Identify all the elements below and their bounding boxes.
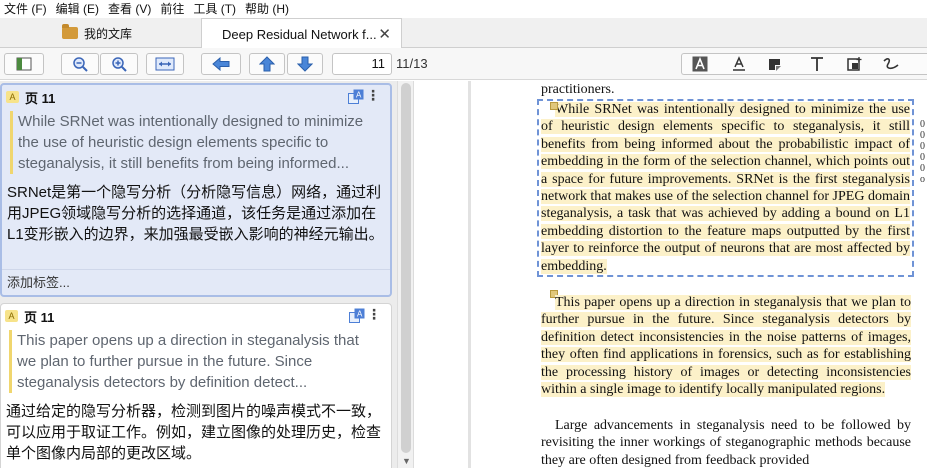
select-text-icon <box>692 56 708 72</box>
menu-view[interactable]: 查看 (V) <box>104 0 156 18</box>
add-text-icon <box>811 57 823 71</box>
underline-text-icon <box>733 56 745 71</box>
sidebar-scrollbar[interactable]: ▼ <box>397 81 414 468</box>
page-edge <box>468 81 471 468</box>
toolbar: 11 11/13 <box>0 48 927 80</box>
adjacent-column-fragment: 00000o <box>920 119 925 185</box>
annotations-sidebar: A 页 11 A ⋮ While SRNet was intentionally… <box>0 81 397 468</box>
note-tool[interactable] <box>840 54 870 74</box>
selected-highlight-paragraph[interactable]: While SRNet was intentionally designed t… <box>537 99 914 278</box>
highlight-area-tool[interactable] <box>760 54 790 74</box>
svg-text:A: A <box>356 91 362 100</box>
annotation-card[interactable]: A 页 11 A ⋮ This paper opens up a directi… <box>0 303 392 468</box>
scroll-down-arrow-icon[interactable]: ▼ <box>402 456 411 466</box>
annotation-comment[interactable]: SRNet是第一个隐写分析（分析隐写信息）网络，通过利用JPEG领域隐写分析的选… <box>7 182 384 245</box>
note-icon <box>847 57 862 71</box>
translate-icon[interactable]: A <box>348 89 364 105</box>
tab-my-library[interactable]: 我的文库 <box>62 18 132 48</box>
add-tag-field[interactable]: 添加标签... <box>2 269 390 295</box>
ink-icon <box>883 58 899 70</box>
annotation-quote: This paper opens up a direction in stega… <box>9 330 379 393</box>
svg-text:A: A <box>357 310 363 319</box>
menu-help[interactable]: 帮助 (H) <box>241 0 294 18</box>
tab-bar: 我的文库 Deep Residual Network f... ✕ <box>0 18 927 49</box>
menu-file[interactable]: 文件 (F) <box>0 0 52 18</box>
tab-document-label: Deep Residual Network f... <box>222 26 377 42</box>
back-arrow-icon <box>212 57 230 71</box>
tab-library-label: 我的文库 <box>84 26 133 41</box>
select-text-tool[interactable] <box>685 54 715 74</box>
page-number-input[interactable]: 11 <box>332 53 392 75</box>
annotation-header: A 页 11 A ⋮ <box>2 85 390 109</box>
sidebar-scroll-thumb[interactable] <box>401 83 411 453</box>
annotation-toolbar <box>681 53 927 75</box>
annotation-page-label: 页 11 <box>25 90 56 106</box>
folder-icon <box>62 24 78 39</box>
annotation-marker-icon[interactable] <box>550 102 558 110</box>
highlight-icon: A <box>6 91 19 103</box>
zoom-in-icon <box>112 57 127 72</box>
toggle-sidebar-icon <box>16 57 32 71</box>
page-up-icon <box>259 56 275 72</box>
zoom-in-button[interactable] <box>100 53 138 75</box>
zoom-out-icon <box>73 57 88 72</box>
page-down-icon <box>297 56 313 72</box>
menu-go[interactable]: 前往 <box>156 0 189 18</box>
add-text-tool[interactable] <box>802 54 832 74</box>
fit-width-icon <box>155 57 175 71</box>
fit-width-button[interactable] <box>146 53 184 75</box>
highlight-icon: A <box>5 310 18 322</box>
zoom-out-button[interactable] <box>61 53 99 75</box>
underline-text-tool[interactable] <box>724 54 754 74</box>
menu-edit[interactable]: 编辑 (E) <box>52 0 104 18</box>
menu-tools[interactable]: 工具 (T) <box>189 0 241 18</box>
annotation-quote: While SRNet was intentionally designed t… <box>10 111 378 174</box>
highlight-area-icon <box>769 59 781 71</box>
next-page-button[interactable] <box>287 53 323 75</box>
tab-document[interactable]: Deep Residual Network f... ✕ <box>201 18 402 49</box>
highlighted-text: While SRNet was intentionally designed t… <box>541 102 910 274</box>
highlighted-text: This paper opens up a direction in stega… <box>541 295 911 398</box>
page-total: 11/13 <box>396 56 428 71</box>
document-paragraph-2: This paper opens up a direction in stega… <box>541 294 911 398</box>
reader-window: 文件 (F) 编辑 (E) 查看 (V) 前往 工具 (T) 帮助 (H) 我的… <box>0 0 927 468</box>
previous-page-button[interactable] <box>249 53 285 75</box>
ink-tool[interactable] <box>876 54 906 74</box>
document-paragraph-3: Large advancements in steganalysis need … <box>541 418 911 468</box>
back-button[interactable] <box>201 53 241 75</box>
annotation-header: A 页 11 A ⋮ <box>1 304 391 328</box>
more-options-icon[interactable]: ⋮ <box>366 88 380 102</box>
document-view: practitioners. While SRNet was intention… <box>414 81 927 468</box>
menu-bar: 文件 (F) 编辑 (E) 查看 (V) 前往 工具 (T) 帮助 (H) <box>0 0 927 18</box>
more-options-icon[interactable]: ⋮ <box>367 307 381 321</box>
document-line: practitioners. <box>541 82 615 97</box>
close-tab-icon[interactable]: ✕ <box>378 25 391 43</box>
toggle-sidebar-button[interactable] <box>4 53 44 75</box>
translate-icon[interactable]: A <box>349 308 365 324</box>
document-paragraph-1: While SRNet was intentionally designed t… <box>541 101 910 275</box>
annotation-comment[interactable]: 通过给定的隐写分析器，检测到图片的噪声模式不一致，可以应用于取证工作。例如，建立… <box>6 401 385 464</box>
annotation-card[interactable]: A 页 11 A ⋮ While SRNet was intentionally… <box>0 83 392 297</box>
annotation-page-label: 页 11 <box>24 309 55 325</box>
